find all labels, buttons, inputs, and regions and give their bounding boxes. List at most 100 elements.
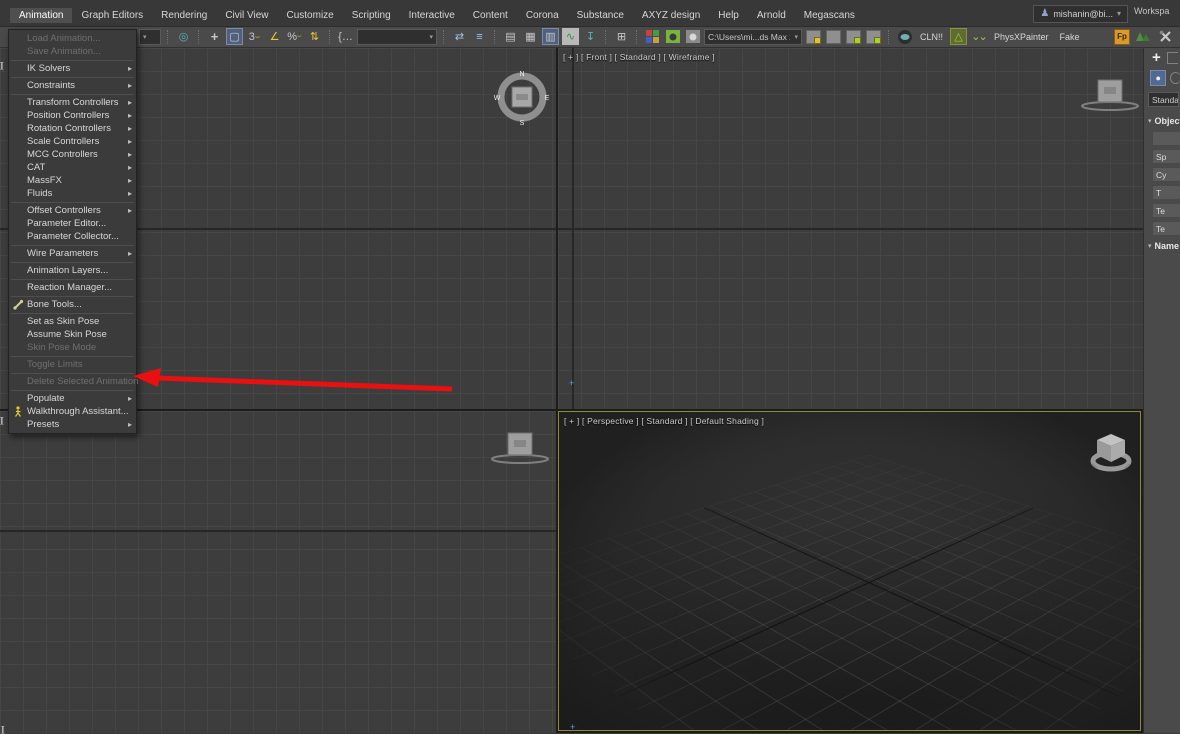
- menu-item-walkthrough-assistant[interactable]: Walkthrough Assistant...: [9, 405, 136, 418]
- primitive-category-dropdown[interactable]: Standard: [1148, 92, 1179, 107]
- project-path-dropdown[interactable]: C:\Users\mi...ds Max 202▾: [704, 29, 802, 45]
- menu-item-ik-solvers[interactable]: IK Solvers ▸: [9, 62, 136, 75]
- name-color-rollout[interactable]: ▾ Name: [1144, 236, 1180, 254]
- object-type-button-1[interactable]: Sp: [1152, 149, 1180, 164]
- menu-item-offset-controllers[interactable]: Offset Controllers ▸: [9, 204, 136, 217]
- menubar-item-animation[interactable]: Animation: [10, 8, 72, 23]
- menu-item-label: Parameter Editor...: [27, 218, 136, 229]
- create-tab-icon[interactable]: +: [1152, 52, 1161, 64]
- box-object[interactable]: [1078, 76, 1142, 112]
- script-button-2[interactable]: [825, 28, 842, 45]
- menu-item-massfx[interactable]: MassFX ▸: [9, 174, 136, 187]
- object-type-rollout[interactable]: ▾ Object: [1144, 111, 1180, 129]
- box-object[interactable]: [488, 429, 552, 465]
- menu-item-presets[interactable]: Presets ▸: [9, 418, 136, 431]
- physx-painter-button[interactable]: PhysXPainter: [990, 32, 1053, 42]
- menubar-item-corona[interactable]: Corona: [517, 8, 568, 23]
- align-icon[interactable]: ≡: [471, 28, 488, 45]
- cln-script-button[interactable]: CLN!!: [916, 32, 947, 42]
- angle-snap-icon[interactable]: ∠: [266, 28, 283, 45]
- geometry-category-icon[interactable]: ●: [1150, 70, 1166, 86]
- menubar-item-scripting[interactable]: Scripting: [343, 8, 400, 23]
- object-type-button-4[interactable]: Te: [1152, 203, 1180, 218]
- tools-wrench-icon[interactable]: [1157, 28, 1174, 45]
- compass-helper-gizmo[interactable]: N S E W: [492, 67, 552, 127]
- render-production-icon[interactable]: [896, 28, 913, 45]
- shapes-category-icon[interactable]: [1170, 72, 1180, 84]
- box-on-compass-object[interactable]: [1089, 428, 1135, 474]
- snaps-toggle-icon[interactable]: 3 ⌣: [246, 28, 263, 45]
- user-account-button[interactable]: ♟ mishanin@bi... ▾: [1033, 5, 1128, 23]
- menu-item-mcg-controllers[interactable]: MCG Controllers ▸: [9, 148, 136, 161]
- workspaces-dropdown[interactable]: Workspa: [1134, 6, 1180, 16]
- menu-item-set-as-skin-pose[interactable]: Set as Skin Pose: [9, 315, 136, 328]
- menu-item-toggle-limits: Toggle Limits: [9, 358, 136, 371]
- rendered-frame-window-icon[interactable]: [684, 28, 701, 45]
- menu-item-constraints[interactable]: Constraints ▸: [9, 79, 136, 92]
- menu-item-load-animation: Load Animation...: [9, 32, 136, 45]
- menu-item-populate[interactable]: Populate ▸: [9, 392, 136, 405]
- menubar-item-arnold[interactable]: Arnold: [748, 8, 795, 23]
- isolate-triangle-icon[interactable]: △: [950, 28, 967, 45]
- schematic-view-icon[interactable]: ⊞: [613, 28, 630, 45]
- select-object-button[interactable]: ▢: [226, 28, 243, 45]
- object-type-button-5[interactable]: Te: [1152, 221, 1180, 236]
- script-button-4[interactable]: [865, 28, 882, 45]
- curve-editor-icon[interactable]: ∿: [562, 28, 579, 45]
- dope-sheet-icon[interactable]: ↧: [582, 28, 599, 45]
- mirror-icon[interactable]: ⇄: [451, 28, 468, 45]
- undo-history-dropdown[interactable]: ▾: [139, 29, 161, 45]
- select-and-link-icon[interactable]: ◎: [175, 28, 192, 45]
- forest-trees-icon[interactable]: [1135, 28, 1152, 45]
- menubar-item-civil-view[interactable]: Civil View: [216, 8, 277, 23]
- submenu-arrow-icon: ▸: [128, 98, 136, 107]
- viewport-front[interactable]: [ + ] [ Front ] [ Standard ] [ Wireframe…: [558, 48, 1143, 409]
- viewport-perspective-label[interactable]: [ + ] [ Perspective ] [ Standard ] [ Def…: [564, 416, 764, 426]
- forest-pack-icon[interactable]: Fp: [1114, 29, 1130, 45]
- menubar-item-substance[interactable]: Substance: [568, 8, 633, 23]
- object-type-button-0[interactable]: [1152, 131, 1180, 146]
- menu-item-cat[interactable]: CAT ▸: [9, 161, 136, 174]
- script-button-3[interactable]: [845, 28, 862, 45]
- menu-item-animation-layers[interactable]: Animation Layers...: [9, 264, 136, 277]
- named-selection-sets-icon[interactable]: {…: [337, 28, 354, 45]
- select-and-move-icon[interactable]: +: [206, 28, 223, 45]
- menubar-item-graph-editors[interactable]: Graph Editors: [72, 8, 152, 23]
- named-selection-dropdown[interactable]: ▾: [357, 29, 437, 45]
- scene-explorer-icon[interactable]: ▤: [502, 28, 519, 45]
- viewport-front-label[interactable]: [ + ] [ Front ] [ Standard ] [ Wireframe…: [563, 52, 715, 62]
- menubar-item-axyz-design[interactable]: AXYZ design: [633, 8, 709, 23]
- menu-item-rotation-controllers[interactable]: Rotation Controllers ▸: [9, 122, 136, 135]
- menubar-item-content[interactable]: Content: [464, 8, 517, 23]
- menu-item-reaction-manager[interactable]: Reaction Manager...: [9, 281, 136, 294]
- material-editor-icon[interactable]: [644, 28, 661, 45]
- menu-item-position-controllers[interactable]: Position Controllers ▸: [9, 109, 136, 122]
- fake-button[interactable]: Fake: [1056, 32, 1084, 42]
- object-type-button-3[interactable]: T: [1152, 185, 1180, 200]
- object-type-button-2[interactable]: Cy: [1152, 167, 1180, 182]
- render-setup-icon[interactable]: [664, 28, 681, 45]
- viewport-left[interactable]: [0, 411, 556, 733]
- menu-item-delete-selected-animation: Delete Selected Animation: [9, 375, 136, 388]
- menubar-item-customize[interactable]: Customize: [278, 8, 343, 23]
- menu-item-parameter-editor[interactable]: Parameter Editor...: [9, 217, 136, 230]
- toggle-scene-explorer-icon[interactable]: ▥: [542, 28, 559, 45]
- menu-item-transform-controllers[interactable]: Transform Controllers ▸: [9, 96, 136, 109]
- menu-item-scale-controllers[interactable]: Scale Controllers ▸: [9, 135, 136, 148]
- menubar-item-interactive[interactable]: Interactive: [400, 8, 464, 23]
- menu-item-parameter-collector[interactable]: Parameter Collector...: [9, 230, 136, 243]
- layer-explorer-icon[interactable]: ▦: [522, 28, 539, 45]
- menu-item-fluids[interactable]: Fluids ▸: [9, 187, 136, 200]
- menu-item-assume-skin-pose[interactable]: Assume Skin Pose: [9, 328, 136, 341]
- modify-tab-icon[interactable]: [1167, 52, 1178, 64]
- menubar-item-rendering[interactable]: Rendering: [152, 8, 216, 23]
- script-button-1[interactable]: [805, 28, 822, 45]
- viewport-perspective-active[interactable]: [ + ] [ Perspective ] [ Standard ] [ Def…: [558, 411, 1141, 731]
- menubar-item-megascans[interactable]: Megascans: [795, 8, 864, 23]
- menu-item-wire-parameters[interactable]: Wire Parameters ▸: [9, 247, 136, 260]
- chevrons-down-icon[interactable]: ⌄⌄: [970, 28, 987, 45]
- menubar-item-help[interactable]: Help: [709, 8, 748, 23]
- percent-snap-icon[interactable]: % ⌣: [286, 28, 303, 45]
- spinner-snap-icon[interactable]: ⇅: [306, 28, 323, 45]
- menu-item-bone-tools[interactable]: Bone Tools...: [9, 298, 136, 311]
